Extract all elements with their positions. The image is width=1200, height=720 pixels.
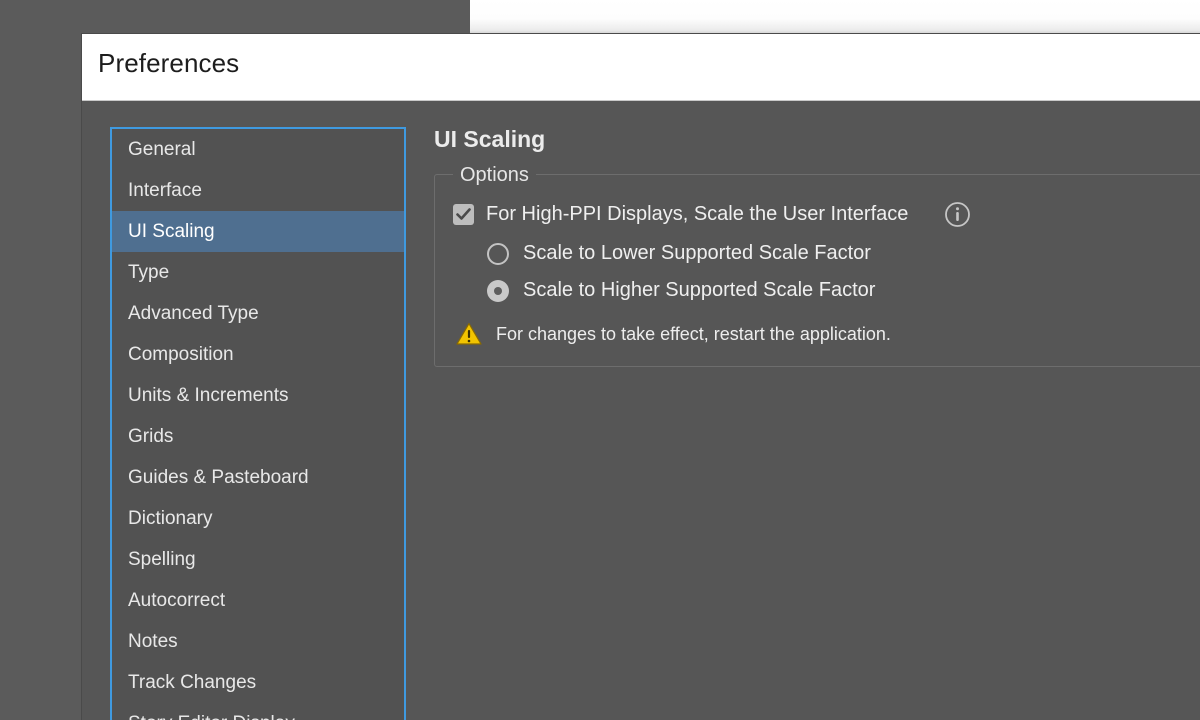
sidebar-item-label: Advanced Type (128, 303, 259, 324)
sidebar-item-story-editor-display[interactable]: Story Editor Display (112, 703, 404, 720)
restart-warning-text: For changes to take effect, restart the … (496, 323, 891, 344)
sidebar-item-label: Type (128, 262, 170, 283)
sidebar-item-label: Dictionary (128, 508, 213, 529)
sidebar-item-grids[interactable]: Grids (112, 416, 404, 457)
sidebar-item-advanced-type[interactable]: Advanced Type (112, 293, 404, 334)
sidebar-item-label: Composition (128, 344, 234, 365)
sidebar-item-notes[interactable]: Notes (112, 621, 404, 662)
warning-triangle-icon (456, 322, 482, 346)
sidebar-item-label: Notes (128, 631, 178, 652)
high-ppi-scale-row[interactable]: For High-PPI Displays, Scale the User In… (453, 201, 1200, 228)
scale-higher-label: Scale to Higher Supported Scale Factor (523, 279, 876, 302)
preferences-category-list[interactable]: General Interface UI Scaling Type Advanced T… (110, 127, 406, 720)
sidebar-item-label: General (128, 139, 196, 160)
sidebar-item-interface[interactable]: Interface (112, 170, 404, 211)
info-icon[interactable] (944, 201, 971, 228)
preferences-dialog: Preferences General Interface UI Scaling Ty… (82, 34, 1200, 720)
scale-lower-row[interactable]: Scale to Lower Supported Scale Factor (453, 242, 1200, 265)
sidebar-item-label: Units & Increments (128, 385, 289, 406)
sidebar-item-units-increments[interactable]: Units & Increments (112, 375, 404, 416)
scale-lower-radio[interactable] (487, 242, 509, 265)
sidebar-item-spelling[interactable]: Spelling (112, 539, 404, 580)
options-groupbox: Options For High-PPI Displays, Scale the… (434, 162, 1200, 368)
sidebar-item-composition[interactable]: Composition (112, 334, 404, 375)
sidebar-item-dictionary[interactable]: Dictionary (112, 498, 404, 539)
sidebar-item-ui-scaling[interactable]: UI Scaling (112, 211, 404, 252)
restart-warning-row: For changes to take effect, restart the … (453, 322, 1200, 346)
sidebar-item-label: Autocorrect (128, 590, 226, 611)
sidebar-item-label: Grids (128, 426, 174, 447)
dialog-body: General Interface UI Scaling Type Advanced T… (82, 101, 1200, 720)
sidebar-item-type[interactable]: Type (112, 252, 404, 293)
options-groupbox-legend: Options (453, 162, 536, 189)
dialog-titlebar: Preferences (82, 34, 1200, 101)
dialog-title: Preferences (98, 48, 240, 78)
page-title: UI Scaling (434, 126, 546, 152)
scale-higher-row[interactable]: Scale to Higher Supported Scale Factor (453, 279, 1200, 302)
sidebar-item-label: Spelling (128, 549, 196, 570)
sidebar-item-autocorrect[interactable]: Autocorrect (112, 580, 404, 621)
screen: Preferences General Interface UI Scaling Ty… (0, 0, 1200, 720)
high-ppi-scale-label: For High-PPI Displays, Scale the User In… (486, 203, 909, 226)
sidebar-item-label: Story Editor Display (128, 713, 295, 720)
sidebar-item-guides-pasteboard[interactable]: Guides & Pasteboard (112, 457, 404, 498)
high-ppi-scale-checkbox[interactable] (453, 204, 474, 226)
sidebar-item-track-changes[interactable]: Track Changes (112, 662, 404, 703)
sidebar-item-label: Guides & Pasteboard (128, 467, 309, 488)
scale-lower-label: Scale to Lower Supported Scale Factor (523, 242, 871, 265)
sidebar-item-general[interactable]: General (112, 129, 404, 170)
scale-higher-radio[interactable] (487, 279, 509, 302)
sidebar-item-label: UI Scaling (128, 221, 215, 242)
sidebar-item-label: Track Changes (128, 672, 257, 693)
sidebar-item-label: Interface (128, 180, 202, 201)
preferences-content-pane: UI Scaling Options For High-PPI Displays… (434, 126, 1200, 720)
background-toolbar-strip (470, 0, 1200, 34)
